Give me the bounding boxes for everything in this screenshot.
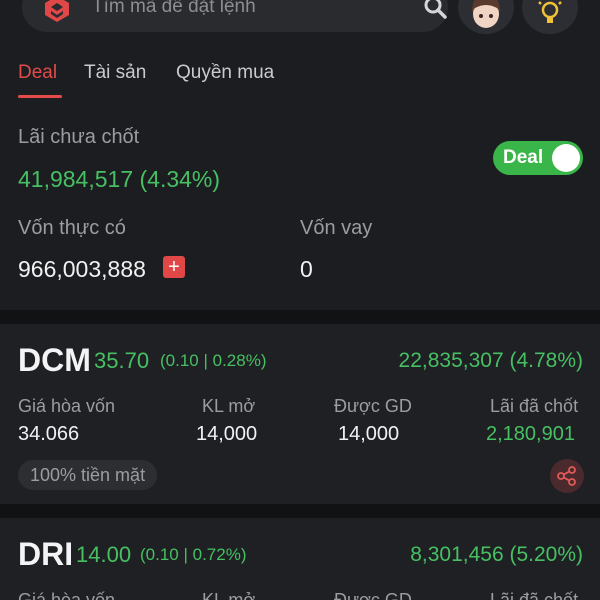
- search-bar[interactable]: Tìm mã để đặt lệnh: [22, 0, 448, 32]
- open-qty-label: KL mở: [202, 396, 256, 416]
- breakeven-label: Giá hòa vốn: [18, 396, 116, 416]
- open-qty-label: KL mở: [202, 590, 256, 600]
- breakeven-label: Giá hòa vốn: [18, 590, 116, 600]
- share-button[interactable]: [550, 459, 584, 493]
- open-qty-value: 14,000: [196, 423, 258, 445]
- section-divider: [0, 504, 600, 518]
- section-divider: [0, 310, 600, 324]
- top-bar: Tìm mã để đặt lệnh: [0, 0, 600, 40]
- unrealized-pnl-label: Lãi chưa chốt: [18, 126, 140, 148]
- realized-label: Lãi đã chốt: [490, 590, 579, 600]
- loan-value: 0: [300, 256, 313, 282]
- equity-label: Vốn thực có: [18, 217, 126, 239]
- toggle-knob: [552, 144, 580, 172]
- tips-button[interactable]: [522, 0, 578, 34]
- holding-price: 14.00: [76, 542, 132, 567]
- breakeven-value: 34.066: [18, 423, 80, 445]
- avatar[interactable]: [458, 0, 514, 34]
- app-logo-icon: [45, 0, 69, 22]
- holding-pnl: 22,835,307 (4.78%): [398, 349, 583, 372]
- tradable-label: Được GD: [334, 590, 412, 600]
- search-input[interactable]: Tìm mã để đặt lệnh: [92, 0, 256, 18]
- avatar-icon: [472, 0, 500, 28]
- holding-change: (0.10 | 0.28%): [160, 351, 267, 370]
- deal-toggle[interactable]: Deal: [493, 141, 583, 175]
- lightbulb-icon: [538, 1, 562, 23]
- realized-value: 2,180,901: [486, 423, 575, 445]
- add-funds-button[interactable]: +: [163, 256, 185, 278]
- loan-label: Vốn vay: [300, 217, 373, 239]
- plus-icon: +: [168, 256, 180, 278]
- cash-ratio-badge: 100% tiền mặt: [18, 460, 158, 490]
- realized-label: Lãi đã chốt: [490, 396, 579, 416]
- share-icon: [557, 466, 576, 486]
- deal-toggle-label: Deal: [503, 147, 544, 168]
- holding-symbol: DRI: [18, 536, 74, 572]
- holding-pnl: 8,301,456 (5.20%): [410, 543, 583, 566]
- tradable-label: Được GD: [334, 396, 412, 416]
- tab-purchase-rights[interactable]: Quyền mua: [176, 62, 274, 84]
- holding-card[interactable]: DRI 14.00 (0.10 | 0.72%) 8,301,456 (5.20…: [0, 518, 600, 600]
- active-tab-indicator: [18, 95, 62, 98]
- equity-value: 966,003,888: [18, 256, 146, 282]
- search-icon[interactable]: [422, 0, 448, 20]
- tab-assets[interactable]: Tài sản: [84, 62, 146, 84]
- unrealized-pnl-value: 41,984,517 (4.34%): [18, 166, 221, 192]
- holding-symbol: DCM: [18, 342, 91, 378]
- tab-deal[interactable]: Deal: [18, 62, 57, 84]
- holding-change: (0.10 | 0.72%): [140, 545, 247, 564]
- holding-price: 35.70: [94, 348, 150, 373]
- holding-card[interactable]: DCM 35.70 (0.10 | 0.28%) 22,835,307 (4.7…: [0, 324, 600, 504]
- tradable-value: 14,000: [338, 423, 400, 445]
